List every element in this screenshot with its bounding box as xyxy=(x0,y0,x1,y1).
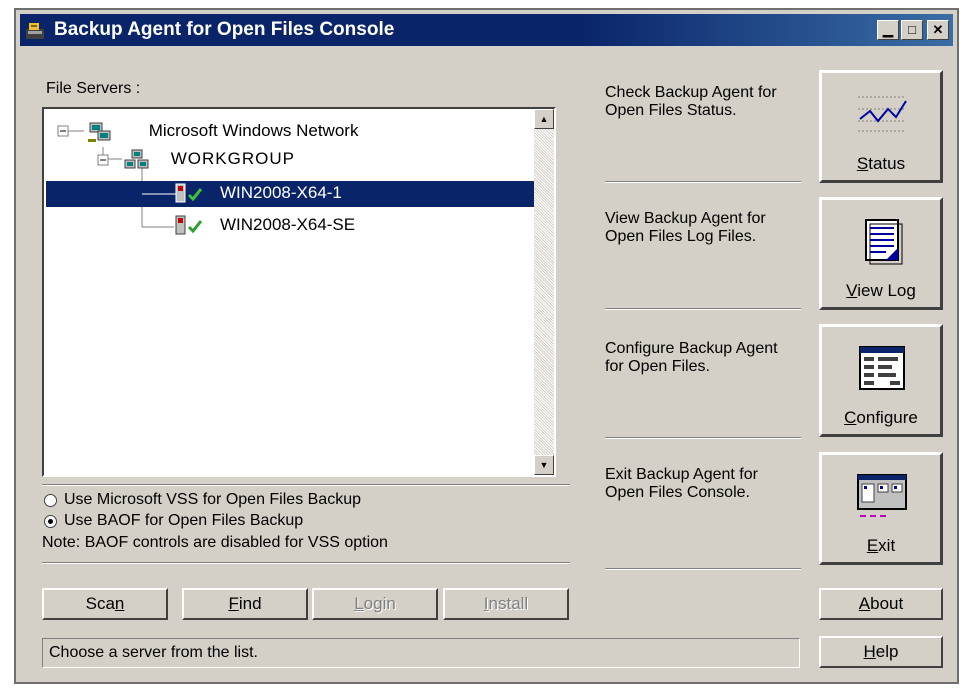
install-button[interactable]: Install xyxy=(443,588,569,620)
expand-toggle[interactable] xyxy=(57,125,69,137)
server-check-icon xyxy=(175,215,203,235)
exit-button-label: Exit xyxy=(866,536,896,555)
login-button[interactable]: Login xyxy=(312,588,438,620)
minimize-button[interactable]: ▁ xyxy=(877,20,899,40)
maximize-button[interactable]: □ xyxy=(901,20,923,40)
tree-item-label: WIN2008-X64-SE xyxy=(220,215,356,234)
window-title: Backup Agent for Open Files Console xyxy=(54,19,395,40)
workgroup-icon xyxy=(124,149,149,169)
separator xyxy=(605,308,801,310)
configure-description: Configure Backup Agent for Open Files. xyxy=(605,340,778,375)
view-log-button-label: View Log xyxy=(846,281,916,300)
separator xyxy=(42,484,570,486)
status-button[interactable]: Status xyxy=(819,70,943,183)
help-button[interactable]: Help xyxy=(819,636,943,668)
status-button-label: Status xyxy=(856,154,906,173)
view-log-button[interactable]: View Log xyxy=(819,197,943,310)
baof-radio[interactable] xyxy=(44,515,57,528)
minimize-icon: ▁ xyxy=(883,22,893,37)
configure-button[interactable]: Configure xyxy=(819,324,943,437)
app-icon xyxy=(26,23,44,39)
separator xyxy=(605,568,801,570)
vss-option-label[interactable]: Use Microsoft VSS for Open Files Backup xyxy=(64,491,361,509)
log-document-icon xyxy=(865,219,903,265)
baof-option-label[interactable]: Use BAOF for Open Files Backup xyxy=(64,512,303,530)
configure-button-label: Configure xyxy=(844,408,918,427)
status-bar: Choose a server from the list. xyxy=(42,638,800,668)
arrow-down-icon: ▼ xyxy=(539,460,549,470)
vss-radio[interactable] xyxy=(44,494,57,507)
scan-button[interactable]: Scan xyxy=(42,588,168,620)
tree-item-server[interactable]: WIN2008-X64-SE xyxy=(46,213,536,239)
tree-scrollbar[interactable]: ▲ ▼ xyxy=(534,109,554,475)
tree-item-label: Microsoft Windows Network xyxy=(148,121,359,141)
about-button[interactable]: About xyxy=(819,588,943,620)
scroll-down-button[interactable]: ▼ xyxy=(534,455,554,475)
arrow-up-icon: ▲ xyxy=(539,114,549,124)
scroll-up-button[interactable]: ▲ xyxy=(534,109,554,129)
exit-description: Exit Backup Agent for Open Files Console… xyxy=(605,466,758,501)
tree-item-label: WIN2008-X64-1 xyxy=(220,183,342,202)
maximize-icon: □ xyxy=(908,22,916,37)
find-button[interactable]: Find xyxy=(182,588,308,620)
vss-note: Note: BAOF controls are disabled for VSS… xyxy=(42,534,388,551)
status-description: Check Backup Agent for Open Files Status… xyxy=(605,84,777,119)
expand-toggle[interactable] xyxy=(97,154,109,166)
app-window: Backup Agent for Open Files Console ▁ □ … xyxy=(14,8,959,684)
close-icon: ✕ xyxy=(932,22,944,37)
log-description: View Backup Agent for Open Files Log Fil… xyxy=(605,210,766,245)
file-servers-label: File Servers : xyxy=(46,80,141,97)
server-tree[interactable]: Microsoft Windows Network WORKGROUP WIN2 xyxy=(42,107,556,477)
separator xyxy=(42,562,570,564)
close-button[interactable]: ✕ xyxy=(927,20,949,40)
network-icon xyxy=(88,122,111,142)
exit-window-icon xyxy=(857,474,907,517)
configure-window-icon xyxy=(859,346,905,390)
tree-item-server-selected[interactable]: WIN2008-X64-1 xyxy=(46,181,536,207)
exit-button[interactable]: Exit xyxy=(819,452,943,565)
title-bar[interactable]: Backup Agent for Open Files Console ▁ □ … xyxy=(20,14,953,46)
separator xyxy=(605,437,801,439)
tree-item-label: WORKGROUP xyxy=(170,149,295,169)
separator xyxy=(605,181,801,183)
tree-item-network[interactable]: Microsoft Windows Network xyxy=(86,121,358,143)
status-chart-icon xyxy=(856,91,908,133)
tree-item-workgroup[interactable]: WORKGROUP xyxy=(124,149,295,171)
